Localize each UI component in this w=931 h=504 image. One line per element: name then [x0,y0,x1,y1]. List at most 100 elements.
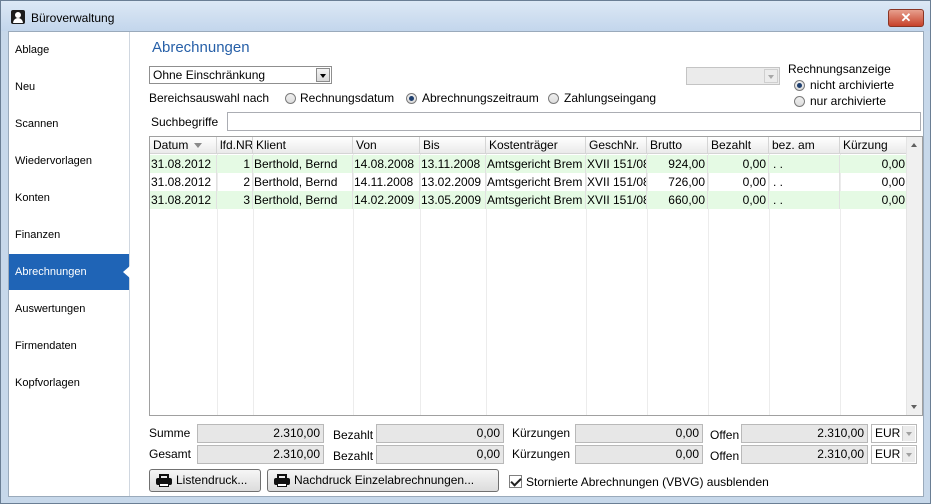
cell-kuerzung: 0,00 [840,173,908,191]
sidebar-item-label: Abrechnungen [15,266,87,278]
column-header-klient[interactable]: Klient [253,137,353,154]
radio-rechnungsdatum[interactable] [285,93,296,104]
cell-kostentraeger: Amtsgericht Brem [486,173,586,191]
chevron-down-icon [764,69,778,83]
cell-klient: Berthold, Bernd [253,155,353,173]
cell-bezam: . . [769,191,840,209]
column-header-label: Datum [153,138,189,152]
radio-zahlungseingang[interactable] [548,93,559,104]
sidebar-item-kopfvorlagen[interactable]: Kopfvorlagen [9,365,129,401]
column-header-brutto[interactable]: Brutto [647,137,708,154]
cell-nr: 2 [217,173,253,191]
cell-geschnr: XVII 151/08 [587,173,647,191]
radio-nicht-archivierte[interactable] [794,80,805,91]
cell-bis: 13.05.2009 [420,191,486,209]
gesamt-value: 2.310,00 [197,445,324,464]
cell-von: 14.11.2008 [353,173,420,191]
rechnungsanzeige-label: Rechnungsanzeige [788,62,891,76]
nachdruck-label: Nachdruck Einzelabrechnungen... [294,473,475,487]
gesamt-offen-label: Offen [710,449,740,463]
close-button[interactable]: ✕ [888,9,924,27]
column-header-bezahlt[interactable]: Bezahlt [708,137,769,154]
column-header-nr[interactable]: lfd.NR [217,137,253,154]
scroll-up-icon[interactable] [911,143,917,147]
sidebar-item-auswertungen[interactable]: Auswertungen [9,291,129,327]
archive-select [686,67,780,85]
cell-von: 14.08.2008 [353,155,420,173]
vertical-scrollbar[interactable] [906,137,922,415]
column-header-kuerzung[interactable]: Kürzung [840,137,908,154]
currency-value: EUR [875,447,901,461]
nachdruck-button[interactable]: Nachdruck Einzelabrechnungen... [267,469,499,492]
cell-brutto: 924,00 [647,155,708,173]
filter-select[interactable]: Ohne Einschränkung [149,66,332,84]
gesamt-bezahlt-value: 0,00 [376,445,504,464]
sidebar-item-wiedervorlagen[interactable]: Wiedervorlagen [9,143,129,179]
listendruck-label: Listendruck... [176,473,248,487]
sidebar-item-ablage[interactable]: Ablage [9,32,129,68]
summe-bezahlt-value: 0,00 [376,424,504,443]
sidebar-item-konten[interactable]: Konten [9,180,129,216]
title-bar[interactable]: Büroverwaltung ✕ [1,1,930,31]
radio-abrechnungszeitraum[interactable] [406,93,417,104]
radio-nur-archivierte-label: nur archivierte [810,94,887,108]
gesamt-label: Gesamt [149,447,192,461]
sidebar-item-neu[interactable]: Neu [9,69,129,105]
table-row[interactable]: 31.08.2012 3 Berthold, Bernd 14.02.2009 … [150,191,908,209]
column-header-kostentraeger[interactable]: Kostenträger [486,137,586,154]
storno-checkbox[interactable] [509,475,522,488]
cell-bezahlt: 0,00 [708,155,769,173]
table-row[interactable]: 31.08.2012 1 Berthold, Bernd 14.08.2008 … [150,155,908,173]
sidebar-item-abrechnungen[interactable]: Abrechnungen [9,254,131,290]
gesamt-kuerzungen-value: 0,00 [575,445,703,464]
data-table: Datum lfd.NR Klient Von Bis Kostenträger… [149,136,923,416]
table-header: Datum lfd.NR Klient Von Bis Kostenträger… [150,137,908,154]
cell-bezahlt: 0,00 [708,173,769,191]
chevron-down-icon[interactable] [316,68,330,82]
summe-bezahlt-label: Bezahlt [333,428,374,442]
gesamt-offen-value: 2.310,00 [741,445,868,464]
column-header-geschnr[interactable]: GeschNr. [586,137,647,154]
column-header-bis[interactable]: Bis [420,137,486,154]
cell-bis: 13.02.2009 [420,173,486,191]
radio-zahlungseingang-label: Zahlungseingang [564,91,657,105]
cell-bis: 13.11.2008 [420,155,486,173]
radio-rechnungsdatum-label: Rechnungsdatum [300,91,395,105]
scroll-down-icon[interactable] [911,405,917,409]
cell-kostentraeger: Amtsgericht Brem [486,191,586,209]
app-window: Büroverwaltung ✕ Ablage Neu Scannen Wied… [0,0,931,504]
cell-geschnr: XVII 151/08 [587,155,647,173]
chevron-down-icon[interactable] [902,447,915,462]
cell-brutto: 660,00 [647,191,708,209]
column-header-bezam[interactable]: bez. am [769,137,840,154]
search-input[interactable] [227,112,921,131]
column-header-datum[interactable]: Datum [150,137,217,154]
listendruck-button[interactable]: Listendruck... [149,469,261,492]
sidebar-item-firmendaten[interactable]: Firmendaten [9,328,129,364]
client-area: Ablage Neu Scannen Wiedervorlagen Konten… [8,31,924,497]
window-title: Büroverwaltung [31,11,115,25]
sidebar-item-scannen[interactable]: Scannen [9,106,129,142]
sidebar: Ablage Neu Scannen Wiedervorlagen Konten… [9,32,131,496]
cell-bezahlt: 0,00 [708,191,769,209]
summe-kuerzungen-label: Kürzungen [512,426,571,440]
summe-offen-value: 2.310,00 [741,424,868,443]
summe-label: Summe [149,426,191,440]
radio-nur-archivierte[interactable] [794,96,805,107]
storno-checkbox-label: Stornierte Abrechnungen (VBVG) ausblende… [526,475,769,489]
printer-icon [274,474,290,487]
table-row[interactable]: 31.08.2012 2 Berthold, Bernd 14.11.2008 … [150,173,908,191]
gesamt-currency-select[interactable]: EUR [871,445,917,464]
cell-nr: 3 [217,191,253,209]
chevron-down-icon[interactable] [902,426,915,441]
sidebar-item-finanzen[interactable]: Finanzen [9,217,129,253]
cell-brutto: 726,00 [647,173,708,191]
filter-select-value: Ohne Einschränkung [153,68,266,82]
printer-icon [156,474,172,487]
radio-nicht-archivierte-label: nicht archivierte [810,78,895,92]
cell-kostentraeger: Amtsgericht Brem [486,155,586,173]
cell-von: 14.02.2009 [353,191,420,209]
bereich-label: Bereichsauswahl nach [149,91,270,105]
column-header-von[interactable]: Von [353,137,420,154]
summe-currency-select[interactable]: EUR [871,424,917,443]
